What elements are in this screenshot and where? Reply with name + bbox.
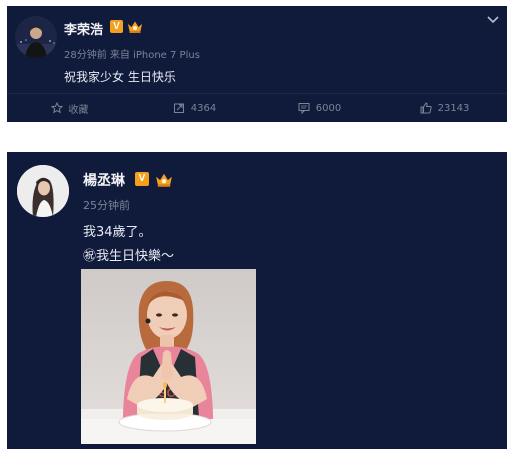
avatar[interactable] <box>15 16 57 58</box>
weibo-post-2: 楊丞琳 V 25分钟前 我34歲了。 ㊗我生日快樂～ SC <box>7 152 507 449</box>
post-text-line-1: 我34歲了。 <box>83 225 152 240</box>
favorite-label: 收藏 <box>68 104 89 116</box>
post-text-line-2: ㊗我生日快樂～ <box>83 249 175 264</box>
crown-badge-icon <box>156 173 172 187</box>
verified-badge-icon: V <box>135 172 149 186</box>
author-name[interactable]: 李荣浩 <box>64 19 103 38</box>
repost-count: 4364 <box>190 102 217 114</box>
post-meta: 25分钟前 <box>83 199 130 212</box>
repost-icon <box>173 103 184 113</box>
action-bar: 收藏 4364 6000 23143 <box>7 94 507 122</box>
crown-badge-icon <box>128 21 142 33</box>
like-button[interactable]: 23143 <box>382 94 507 122</box>
post-text: 祝我家少女 生日快乐 <box>64 70 176 84</box>
favorite-button[interactable]: 收藏 <box>7 94 132 122</box>
weibo-post-1: 李荣浩 V 28分钟前 来自 iPhone 7 Plus 祝我家少女 生日快乐 … <box>7 6 507 122</box>
repost-button[interactable]: 4364 <box>132 94 257 122</box>
verified-badge-icon: V <box>110 20 123 33</box>
thumbs-up-icon <box>420 102 432 114</box>
like-count: 23143 <box>437 102 470 114</box>
post-photo[interactable]: SC <box>81 269 256 444</box>
comment-icon <box>298 103 310 114</box>
comment-count: 6000 <box>315 102 342 114</box>
comment-button[interactable]: 6000 <box>257 94 382 122</box>
post-meta: 28分钟前 来自 iPhone 7 Plus <box>64 50 200 61</box>
star-icon <box>50 102 63 114</box>
author-name[interactable]: 楊丞琳 <box>83 170 125 190</box>
avatar[interactable] <box>17 165 69 217</box>
chevron-down-icon[interactable] <box>486 15 500 25</box>
